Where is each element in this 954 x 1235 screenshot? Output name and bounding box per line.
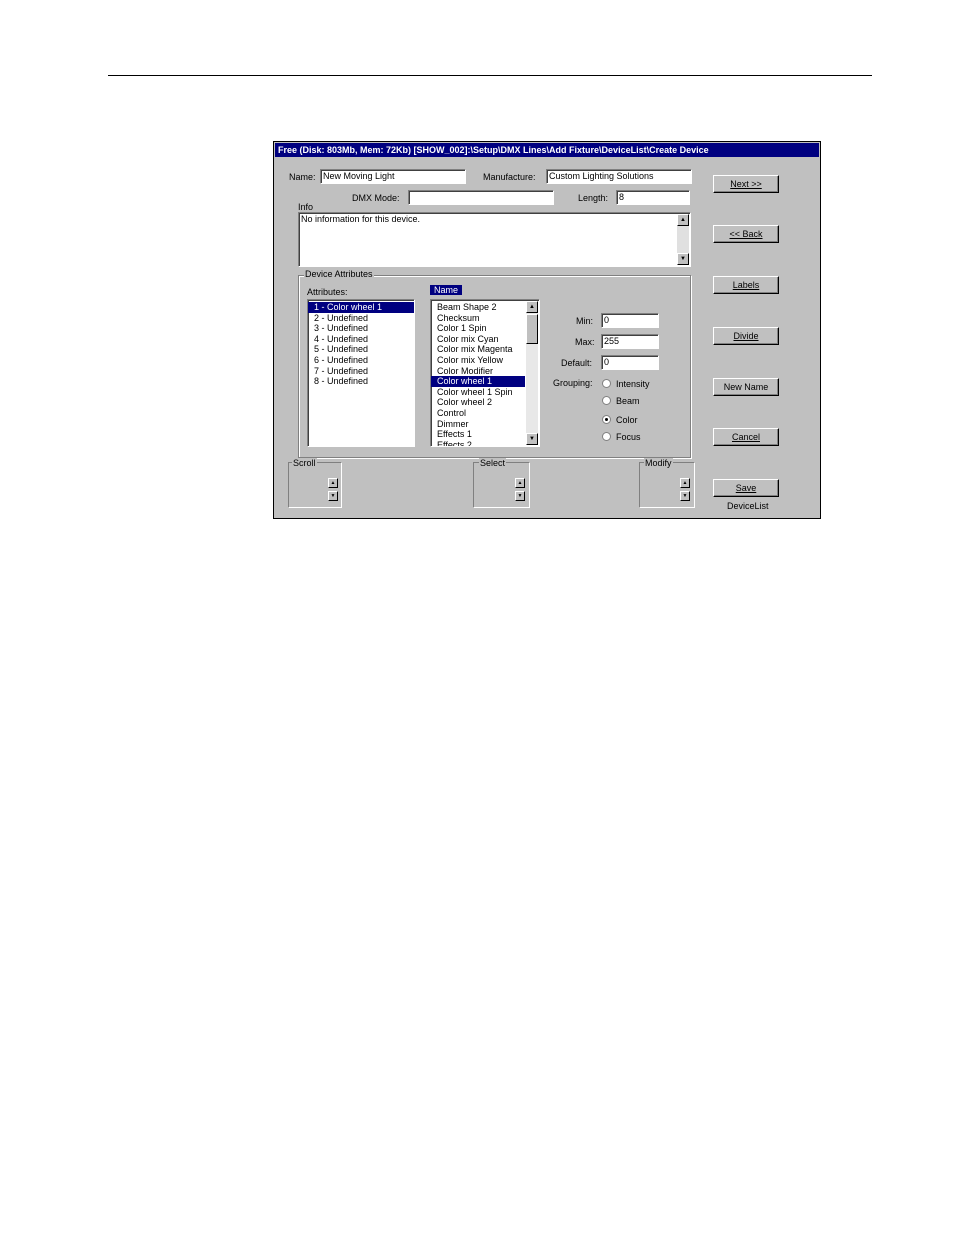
divide-button[interactable]: Divide bbox=[713, 327, 779, 345]
names-scrollbar[interactable]: ▲ ▼ bbox=[526, 301, 538, 445]
new-name-button[interactable]: New Name bbox=[713, 378, 779, 396]
divide-button-label: Divide bbox=[733, 331, 759, 341]
info-scrollbar[interactable]: ▲ ▼ bbox=[677, 214, 689, 265]
default-label: Default: bbox=[561, 358, 593, 368]
names-list[interactable]: Beam Shape 2 Checksum Color 1 Spin Color mi… bbox=[430, 299, 540, 447]
list-item[interactable]: 4 - Undefined bbox=[308, 334, 414, 345]
list-item[interactable]: 8 - Undefined bbox=[308, 376, 414, 387]
min-label: Min: bbox=[576, 316, 594, 326]
cancel-button-label: Cancel bbox=[731, 432, 760, 442]
new-name-button-label: New Name bbox=[723, 382, 769, 392]
back-button-label: << Back bbox=[729, 229, 763, 239]
select-up-icon[interactable]: ▲ bbox=[515, 478, 525, 488]
modify-up-icon[interactable]: ▲ bbox=[680, 478, 690, 488]
info-textarea[interactable]: No information for this device. ▲ ▼ bbox=[298, 212, 691, 267]
list-item[interactable]: Dimmer bbox=[431, 419, 525, 430]
list-item[interactable]: Color mix Yellow bbox=[431, 355, 525, 366]
scroll-down-icon[interactable]: ▼ bbox=[677, 253, 689, 265]
manufacturer-label: Manufacture: bbox=[483, 172, 536, 182]
create-device-window: Free (Disk: 803Mb, Mem: 72Kb) [SHOW_002]… bbox=[273, 141, 821, 519]
dmx-mode-label: DMX Mode: bbox=[352, 193, 400, 203]
scroll-up-icon[interactable]: ▲ bbox=[328, 478, 338, 488]
list-item[interactable]: 7 - Undefined bbox=[308, 366, 414, 377]
min-field[interactable]: 0 bbox=[601, 313, 659, 328]
list-item[interactable]: Color wheel 2 bbox=[431, 397, 525, 408]
grouping-radio-label: Intensity bbox=[616, 379, 650, 389]
attributes-label: Attributes: bbox=[307, 287, 348, 297]
modify-encoder-label: Modify bbox=[644, 458, 673, 468]
length-field[interactable]: 8 bbox=[616, 190, 690, 205]
window-title-bar: Free (Disk: 803Mb, Mem: 72Kb) [SHOW_002]… bbox=[275, 143, 819, 157]
grouping-radio-focus[interactable] bbox=[602, 432, 611, 441]
select-encoder-label: Select bbox=[479, 458, 507, 468]
grouping-radio-beam[interactable] bbox=[602, 396, 611, 405]
grouping-radio-label: Color bbox=[616, 415, 638, 425]
back-button[interactable]: << Back bbox=[713, 225, 779, 243]
grouping-label: Grouping: bbox=[553, 378, 593, 388]
scroll-encoder-label: Scroll bbox=[292, 458, 317, 468]
max-field[interactable]: 255 bbox=[601, 334, 659, 349]
list-item[interactable]: Color Modifier bbox=[431, 366, 525, 377]
scroll-up-icon[interactable]: ▲ bbox=[526, 301, 538, 313]
labels-button[interactable]: Labels bbox=[713, 276, 779, 294]
scroll-thumb[interactable] bbox=[526, 314, 538, 344]
list-item[interactable]: Color mix Cyan bbox=[431, 334, 525, 345]
length-label: Length: bbox=[578, 193, 609, 203]
list-item[interactable]: Checksum bbox=[431, 313, 525, 324]
devicelist-caption: DeviceList bbox=[727, 501, 769, 511]
grouping-radio-color[interactable] bbox=[602, 415, 611, 424]
name-label: Name: bbox=[289, 172, 316, 182]
list-item[interactable]: Beam Shape 2 bbox=[431, 302, 525, 313]
next-button[interactable]: Next >> bbox=[713, 175, 779, 193]
scroll-down-icon[interactable]: ▼ bbox=[526, 433, 538, 445]
max-label: Max: bbox=[575, 337, 595, 347]
list-item[interactable]: 1 - Color wheel 1 bbox=[308, 302, 414, 313]
list-item[interactable]: 6 - Undefined bbox=[308, 355, 414, 366]
select-down-icon[interactable]: ▼ bbox=[515, 491, 525, 501]
modify-down-icon[interactable]: ▼ bbox=[680, 491, 690, 501]
name-column-header[interactable]: Name bbox=[430, 285, 463, 295]
grouping-radio-label: Focus bbox=[616, 432, 641, 442]
list-item[interactable]: 5 - Undefined bbox=[308, 344, 414, 355]
list-item[interactable]: 2 - Undefined bbox=[308, 313, 414, 324]
grouping-radio-intensity[interactable] bbox=[602, 379, 611, 388]
list-item[interactable]: Effects 2 bbox=[431, 440, 525, 446]
list-item[interactable]: Control bbox=[431, 408, 525, 419]
page-header-rule bbox=[108, 75, 872, 76]
save-button-label: Save bbox=[735, 483, 757, 493]
list-item[interactable]: Color wheel 1 Spin bbox=[431, 387, 525, 398]
next-button-label: Next >> bbox=[730, 179, 762, 189]
name-field[interactable]: New Moving Light bbox=[320, 169, 466, 184]
list-item[interactable]: Color wheel 1 bbox=[431, 376, 525, 387]
cancel-button[interactable]: Cancel bbox=[713, 428, 779, 446]
info-text: No information for this device. bbox=[301, 214, 421, 224]
list-item[interactable]: 3 - Undefined bbox=[308, 323, 414, 334]
labels-button-label: Labels bbox=[732, 280, 760, 290]
list-item[interactable]: Color 1 Spin bbox=[431, 323, 525, 334]
save-button[interactable]: Save bbox=[713, 479, 779, 497]
scroll-down-icon[interactable]: ▼ bbox=[328, 491, 338, 501]
dmx-mode-field[interactable] bbox=[408, 190, 554, 205]
default-field[interactable]: 0 bbox=[601, 355, 659, 370]
list-item[interactable]: Effects 1 bbox=[431, 429, 525, 440]
scroll-up-icon[interactable]: ▲ bbox=[677, 214, 689, 226]
list-item[interactable]: Color mix Magenta bbox=[431, 344, 525, 355]
manufacturer-field[interactable]: Custom Lighting Solutions bbox=[546, 169, 692, 184]
attributes-list[interactable]: 1 - Color wheel 12 - Undefined 3 - Undefi… bbox=[307, 299, 415, 447]
device-attributes-title: Device Attributes bbox=[304, 269, 374, 279]
grouping-radio-label: Beam bbox=[616, 396, 640, 406]
